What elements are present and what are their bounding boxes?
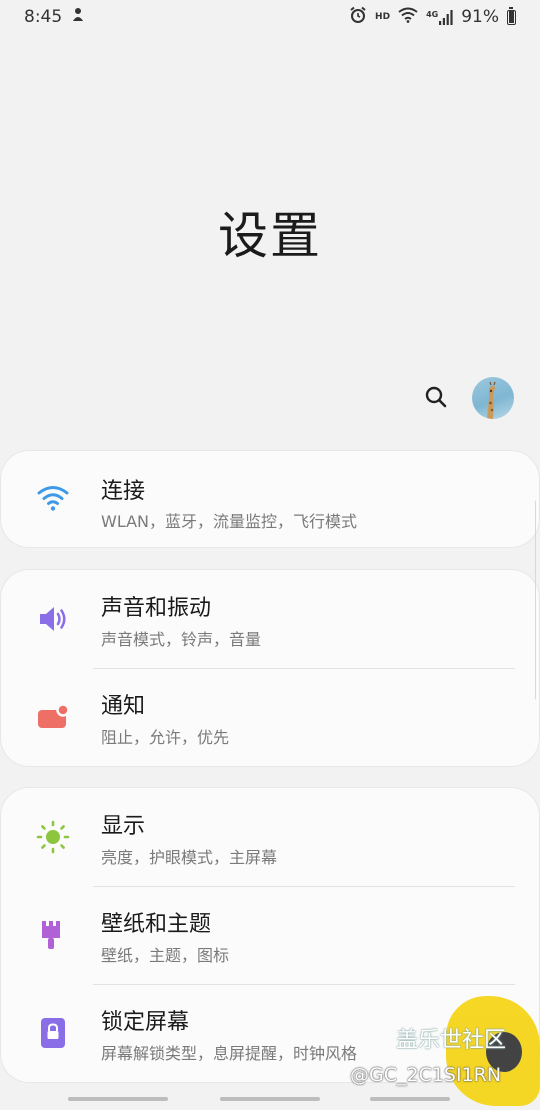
lock-screen-title: 锁定屏幕 [101,1010,190,1035]
nav-home-hint[interactable] [220,1097,320,1101]
battery-percent: 91% [461,7,499,27]
sounds-title: 声音和振动 [101,596,212,621]
settings-item-display[interactable]: 显示 亮度，护眼模式，主屏幕 [1,788,539,886]
page-title: 设置 [218,207,322,265]
settings-group-connections: 连接 WLAN，蓝牙，流量监控，飞行模式 [1,451,539,547]
divider [93,984,515,985]
notification-icon [34,698,72,736]
divider [93,668,515,669]
settings-item-connections[interactable]: 连接 WLAN，蓝牙，流量监控，飞行模式 [1,451,539,547]
bixby-notification-icon [70,7,86,28]
alarm-icon [349,6,367,29]
settings-item-sounds[interactable]: 声音和振动 声音模式，铃声，音量 [1,570,539,668]
wifi-status-icon [398,7,418,28]
speaker-icon [34,600,72,638]
connections-subtitle: WLAN，蓝牙，流量监控，飞行模式 [101,512,358,531]
wallpaper-themes-subtitle: 壁纸，主题，图标 [101,946,230,965]
watermark-community-name: 盖乐世社区 [396,1028,507,1053]
display-title: 显示 [101,814,146,839]
brightness-icon [34,818,72,856]
cellular-signal-icon: 4G [426,9,453,25]
settings-group-sound: 声音和振动 声音模式，铃声，音量 通知 阻止，允许，优先 [1,570,539,766]
connections-title: 连接 [101,479,146,504]
divider [93,886,515,887]
search-icon [425,386,447,408]
status-time: 8:45 [24,7,63,27]
scroll-indicator[interactable] [535,500,540,700]
hd-indicator: HD [375,12,391,22]
nav-recents-hint[interactable] [68,1097,168,1101]
battery-level-fill [509,10,514,23]
notifications-subtitle: 阻止，允许，优先 [101,728,230,747]
status-left: 8:45 [24,7,86,28]
wifi-icon [34,479,72,517]
sounds-subtitle: 声音模式，铃声，音量 [101,630,262,649]
settings-item-notifications[interactable]: 通知 阻止，允许，优先 [1,668,539,766]
wallpaper-themes-title: 壁纸和主题 [101,912,212,937]
display-subtitle: 亮度，护眼模式，主屏幕 [101,848,278,867]
profile-avatar[interactable] [472,377,514,419]
watermark-handle: @GC_2C1SI1RN [350,1064,502,1086]
status-right: HD 4G 91% [349,6,516,29]
status-bar: 8:45 HD 4G 91% [0,0,540,34]
giraffe-avatar-image [487,381,496,419]
brush-icon [34,916,72,954]
lock-icon [34,1014,72,1052]
search-button[interactable] [419,380,453,414]
battery-icon [507,6,516,25]
lock-screen-subtitle: 屏幕解锁类型，息屏提醒，时钟风格 [101,1044,358,1063]
nav-back-hint[interactable] [370,1097,450,1101]
settings-item-wallpaper-themes[interactable]: 壁纸和主题 壁纸，主题，图标 [1,886,539,984]
notifications-title: 通知 [101,694,146,719]
network-type: 4G [426,9,439,19]
settings-screen: 8:45 HD 4G 91% 设置 连接 WLAN，蓝牙，流量监控，飞行模式 声… [0,0,540,1110]
